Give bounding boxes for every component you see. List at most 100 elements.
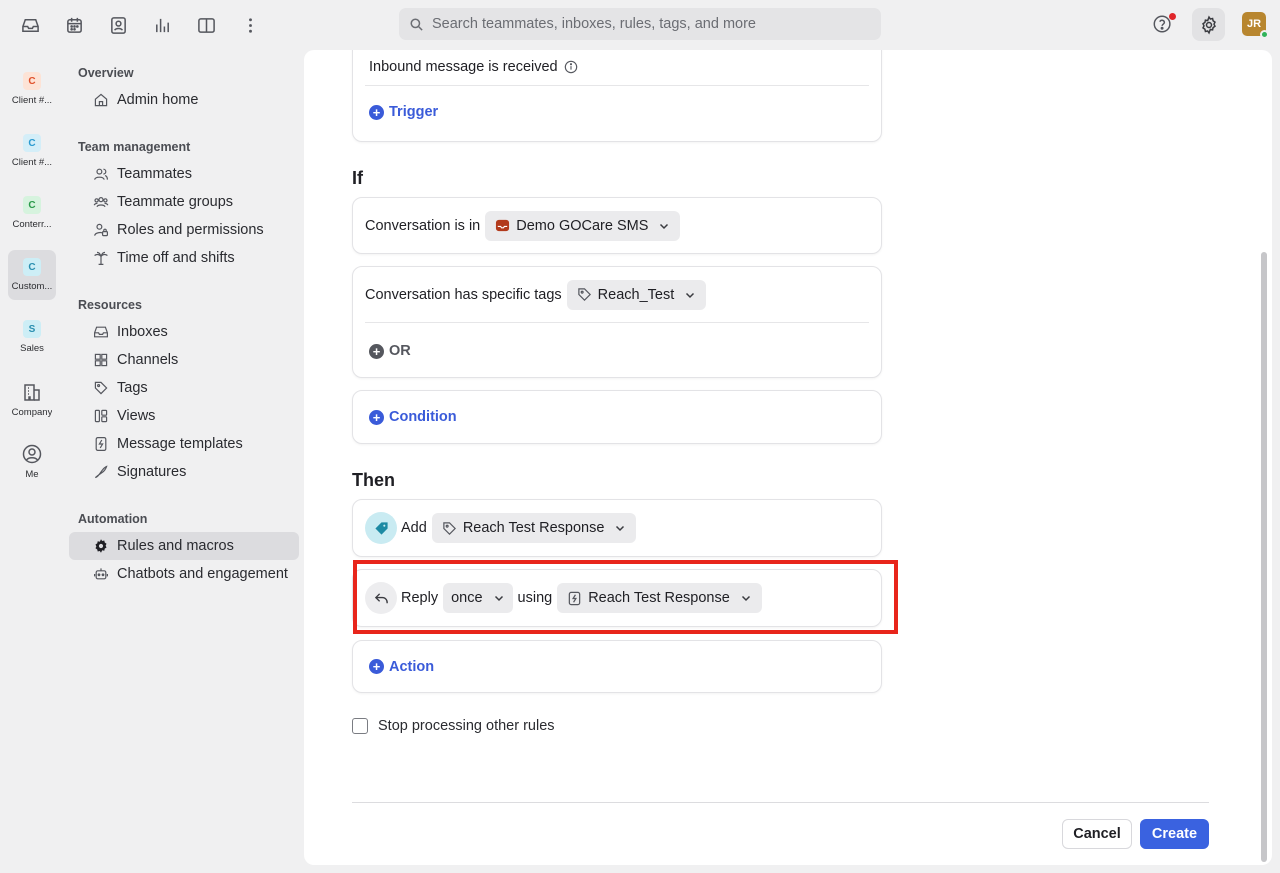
- highlight-box: [353, 560, 898, 634]
- workspace-client-1[interactable]: C Client #...: [8, 64, 56, 114]
- help-icon[interactable]: [1152, 13, 1176, 37]
- workspace-me[interactable]: Me: [8, 436, 56, 486]
- plus-icon: +: [369, 343, 384, 359]
- building-icon: [24, 384, 40, 401]
- nav-item-teammates[interactable]: Teammates: [69, 160, 299, 188]
- trigger-row[interactable]: Inbound message is received: [353, 50, 881, 85]
- workspace-company[interactable]: Company: [8, 374, 56, 424]
- nav-item-views[interactable]: Views: [69, 402, 299, 430]
- calendar-icon[interactable]: [61, 12, 87, 38]
- or-row: + OR: [353, 323, 881, 379]
- nav-item-teammate-groups[interactable]: Teammate groups: [69, 188, 299, 216]
- nav-item-channels[interactable]: Channels: [69, 346, 299, 374]
- workspace-client-2[interactable]: C Client #...: [8, 126, 56, 176]
- tag-icon: [577, 288, 591, 301]
- add-condition-label: Condition: [389, 409, 457, 425]
- workspace-label: Conterr...: [12, 219, 52, 230]
- chevron-down-icon: [616, 525, 625, 532]
- tag-select-value: Reach_Test: [597, 286, 675, 303]
- nav-item-label: Tags: [117, 380, 148, 396]
- tag-icon: [443, 521, 456, 535]
- user-lock-icon: [94, 223, 108, 237]
- add-action-label: Action: [389, 658, 435, 675]
- stop-processing-checkbox[interactable]: [352, 718, 368, 734]
- workspace-badge: S: [23, 320, 41, 338]
- rule-editor-panel: Inbound message is received + Trigger If…: [304, 50, 1272, 865]
- tag-action-icon: [365, 512, 397, 544]
- scrollbar[interactable]: [1261, 252, 1267, 862]
- create-button[interactable]: Create: [1140, 819, 1209, 849]
- workspace-badge: C: [23, 134, 41, 152]
- nav-item-chatbots[interactable]: Chatbots and engagement: [69, 560, 299, 588]
- workspace-label: Client #...: [11, 157, 53, 168]
- nav-item-label: Roles and permissions: [117, 222, 264, 238]
- nav-item-time-off[interactable]: Time off and shifts: [69, 244, 299, 272]
- search-icon: [410, 18, 423, 31]
- nav-item-label: Views: [117, 408, 156, 424]
- condition-label: Conversation has specific tags: [365, 286, 562, 303]
- settings-button[interactable]: [1192, 8, 1225, 41]
- add-or-condition-button[interactable]: + OR: [369, 343, 865, 359]
- nav-item-templates[interactable]: Message templates: [69, 430, 299, 458]
- workspace-sales[interactable]: S Sales: [8, 312, 56, 362]
- condition-row: Conversation is in Demo GOCare SMS: [365, 198, 869, 253]
- inbox-icon[interactable]: [17, 12, 43, 38]
- info-icon[interactable]: [564, 60, 578, 74]
- search-input[interactable]: [432, 16, 872, 32]
- nav-item-admin-home[interactable]: Admin home: [69, 86, 299, 114]
- workspace-badge: C: [23, 258, 41, 276]
- or-label: OR: [389, 343, 411, 359]
- nav-item-inboxes[interactable]: Inboxes: [69, 318, 299, 346]
- add-condition-card: + Condition: [352, 390, 882, 444]
- inbox-select[interactable]: Demo GOCare SMS: [485, 210, 681, 241]
- workspace-label: Client #...: [11, 95, 53, 106]
- bot-icon: [94, 568, 108, 580]
- nav-item-signatures[interactable]: Signatures: [69, 458, 299, 486]
- tag-icon: [94, 381, 108, 395]
- chevron-down-icon: [686, 292, 695, 298]
- add-trigger-button[interactable]: + Trigger: [369, 104, 865, 120]
- workspace-customer[interactable]: C Custom...: [8, 250, 56, 300]
- cancel-button[interactable]: Cancel: [1062, 819, 1132, 849]
- avatar[interactable]: JR: [1242, 12, 1269, 39]
- nav-section-resources: Resources: [78, 298, 142, 312]
- action-card-add-tag: Add Reach Test Response: [352, 499, 882, 557]
- add-condition-button[interactable]: + Condition: [369, 409, 457, 425]
- nav-item-label: Teammates: [117, 166, 192, 182]
- plus-icon: +: [369, 104, 384, 120]
- nav-item-label: Signatures: [117, 464, 187, 480]
- tag-to-add-select[interactable]: Reach Test Response: [431, 513, 637, 543]
- avatar-initials: JR: [1246, 18, 1262, 30]
- trigger-card: Inbound message is received + Trigger: [352, 50, 882, 142]
- nav-item-rules-macros[interactable]: Rules and macros: [69, 532, 299, 560]
- more-icon[interactable]: [237, 12, 263, 38]
- contacts-icon[interactable]: [105, 12, 131, 38]
- nav-item-tags[interactable]: Tags: [69, 374, 299, 402]
- nav-section-automation: Automation: [78, 512, 148, 526]
- search-bar[interactable]: [399, 8, 881, 40]
- then-heading: Then: [352, 470, 395, 490]
- analytics-icon[interactable]: [149, 12, 175, 38]
- plus-icon: +: [369, 659, 384, 674]
- workspace-badge: C: [23, 72, 41, 90]
- workspace-label: Company: [11, 407, 53, 418]
- palm-tree-icon: [94, 251, 108, 265]
- tag-to-add-value: Reach Test Response: [462, 520, 605, 536]
- add-action-button[interactable]: + Action: [369, 659, 434, 675]
- add-trigger-row: + Trigger: [353, 86, 881, 138]
- tag-select[interactable]: Reach_Test: [566, 279, 707, 310]
- split-view-icon[interactable]: [193, 12, 219, 38]
- inbox-icon: [496, 219, 510, 232]
- nav-item-roles[interactable]: Roles and permissions: [69, 216, 299, 244]
- notification-dot: [1169, 13, 1176, 20]
- gear-icon: [1201, 14, 1216, 35]
- add-action-card: + Action: [352, 640, 882, 693]
- condition-card-inbox: Conversation is in Demo GOCare SMS: [352, 197, 882, 254]
- workspace-badge: C: [23, 196, 41, 214]
- tag-icon: [374, 521, 388, 535]
- condition-row: Conversation has specific tags Reach_Tes…: [353, 267, 881, 322]
- home-icon: [94, 93, 108, 107]
- workspace-conterra[interactable]: C Conterr...: [8, 188, 56, 238]
- online-status-dot: [1260, 30, 1269, 39]
- stop-processing-row: Stop processing other rules: [352, 718, 555, 734]
